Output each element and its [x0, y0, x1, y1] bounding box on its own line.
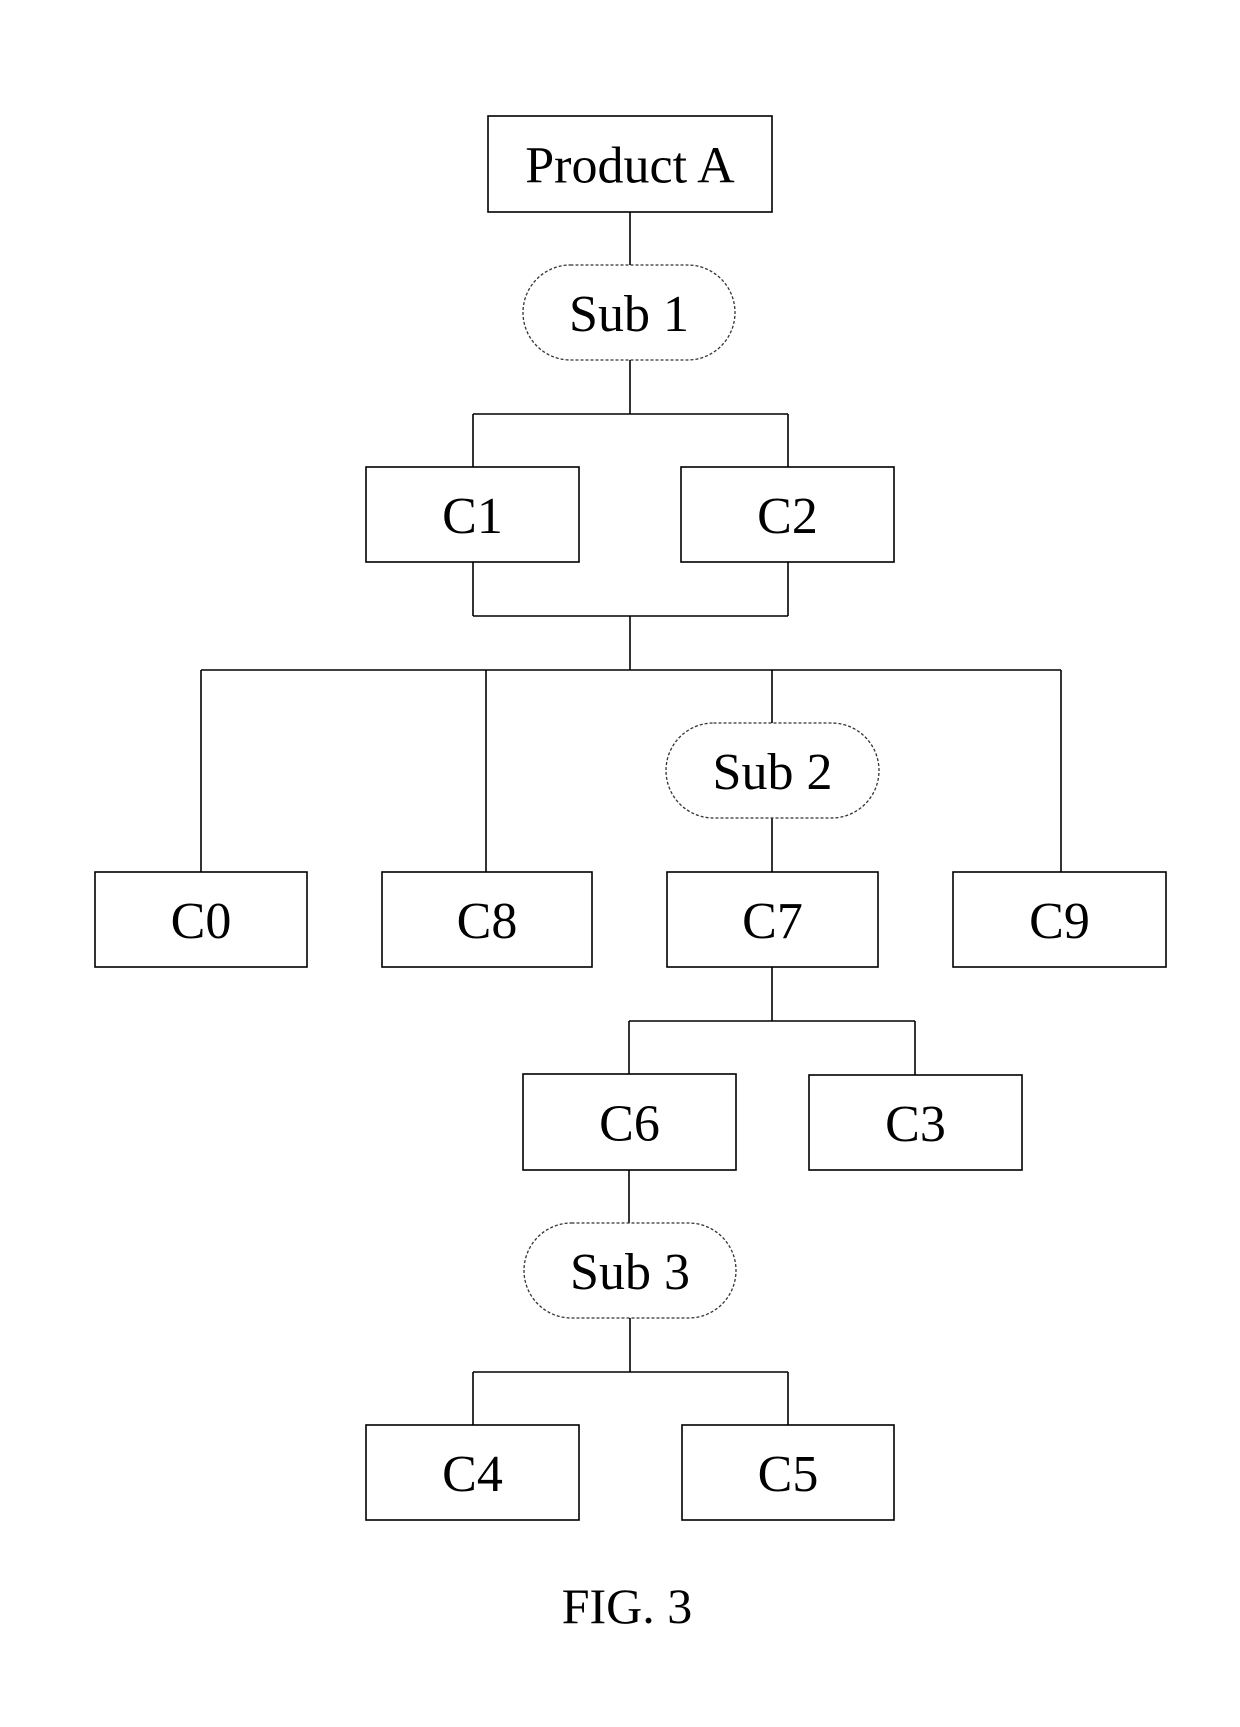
component-node-c4: C4 [365, 1424, 580, 1521]
node-label: C3 [885, 1096, 946, 1153]
subassembly-node-sub2: Sub 2 [665, 722, 880, 819]
node-label: C9 [1029, 893, 1090, 950]
component-node-c9: C9 [952, 871, 1167, 968]
node-label: Sub 1 [569, 286, 689, 343]
component-node-c1: C1 [365, 466, 580, 563]
component-node-c6: C6 [522, 1073, 737, 1171]
component-node-product-a: Product A [487, 115, 773, 213]
component-node-c8: C8 [381, 871, 593, 968]
nodes: Product A Sub 1 C1 C2 C0 C8 Sub 2 C7 C9 C6 C3 Sub 3… [94, 115, 1167, 1521]
node-label: C6 [599, 1096, 660, 1153]
node-label: Sub 3 [570, 1244, 690, 1301]
component-node-c7: C7 [666, 871, 879, 968]
node-label: C7 [742, 893, 803, 950]
node-label: C4 [442, 1446, 503, 1503]
subassembly-node-sub1: Sub 1 [522, 264, 736, 361]
component-node-c3: C3 [808, 1074, 1023, 1171]
node-label: C5 [758, 1446, 819, 1503]
figure-caption: FIG. 3 [562, 1578, 693, 1634]
node-label: C2 [757, 488, 818, 545]
node-label: Product A [525, 138, 735, 195]
node-label: C1 [442, 488, 503, 545]
subassembly-node-sub3: Sub 3 [523, 1222, 737, 1319]
node-label: C0 [171, 893, 232, 950]
component-node-c2: C2 [680, 466, 895, 563]
component-node-c5: C5 [681, 1424, 895, 1521]
product-structure-diagram: Product A Sub 1 C1 C2 C0 C8 Sub 2 C7 C9 C6 C3 Sub 3… [94, 115, 1167, 1634]
node-label: C8 [457, 893, 518, 950]
component-node-c0: C0 [94, 871, 308, 968]
node-label: Sub 2 [713, 744, 833, 801]
